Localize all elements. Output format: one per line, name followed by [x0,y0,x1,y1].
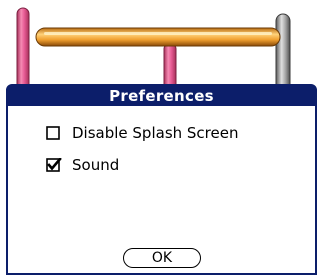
screen: Preferences Disable Splash Screen Sound … [0,0,323,279]
ok-button[interactable]: OK [123,248,201,268]
sound-checkbox[interactable] [46,158,62,172]
dialog-titlebar: Preferences [8,86,315,106]
dialog-title: Preferences [109,87,214,105]
orange-bar [35,27,281,47]
disable-splash-screen-label: Disable Splash Screen [72,124,239,142]
sound-label: Sound [72,156,120,174]
disable-splash-screen-option[interactable]: Disable Splash Screen [46,124,238,142]
disable-splash-screen-checkbox[interactable] [46,126,60,140]
preferences-dialog: Preferences Disable Splash Screen Sound … [6,84,317,275]
sound-option[interactable]: Sound [46,156,119,174]
